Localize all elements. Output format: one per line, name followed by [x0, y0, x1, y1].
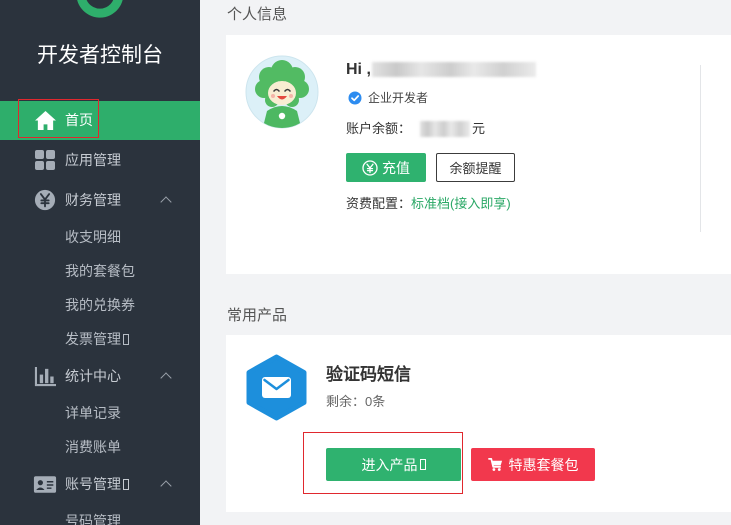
missing-glyph-icon — [123, 334, 129, 345]
home-icon — [33, 110, 57, 132]
sidebar-item-label: 财务管理 — [65, 192, 121, 208]
sidebar-subitem-label: 我的兑换券 — [65, 297, 135, 313]
plan-row: 资费配置：标准档(接入即享) — [346, 195, 511, 213]
sidebar-subitem-my-coupons[interactable]: 我的兑换券 — [0, 288, 200, 322]
envelope-hexagon-icon[interactable] — [245, 354, 308, 421]
account-type: 企业开发者 — [368, 91, 429, 105]
products-card: 验证码短信 剩余：0条 进入产品 特惠套餐包 — [226, 335, 731, 512]
section-title-products: 常用产品 — [227, 307, 288, 324]
sidebar-item-finance[interactable]: 财务管理 — [0, 180, 200, 220]
yen-circle-icon — [362, 159, 378, 176]
chevron-up-icon[interactable] — [160, 196, 172, 208]
recharge-label: 充值 — [382, 159, 410, 176]
yen-circle-icon — [33, 189, 57, 211]
balance-unit: 元 — [472, 121, 486, 136]
sidebar-item-statistics[interactable]: 统计中心 — [0, 356, 200, 396]
enter-product-button[interactable]: 进入产品 — [326, 448, 461, 481]
id-card-icon — [33, 473, 57, 495]
sidebar-subitem-label: 详单记录 — [65, 405, 121, 421]
greeting: Hi , — [346, 61, 371, 78]
balance-reminder-label: 余额提醒 — [449, 161, 502, 176]
product-remaining: 剩余：0条 — [326, 394, 386, 409]
sidebar-item-label: 账号管理 — [65, 476, 121, 492]
cart-icon — [487, 457, 503, 472]
enter-product-label: 进入产品 — [361, 456, 418, 473]
sidebar-subitem-label: 收支明细 — [65, 229, 121, 245]
redacted-username — [372, 62, 536, 77]
discount-package-button[interactable]: 特惠套餐包 — [471, 448, 595, 481]
chevron-up-icon[interactable] — [160, 480, 172, 492]
sidebar-item-account[interactable]: 账号管理 — [0, 464, 200, 504]
missing-glyph-icon — [419, 459, 426, 470]
sidebar-item-label: 应用管理 — [65, 152, 121, 168]
sidebar-menu: 首页 应用管理 财务管理 收支明细 我的套餐包 我的兑换券 发票管理 统计中心 … — [0, 101, 200, 525]
sidebar-subitem-label: 消费账单 — [65, 439, 121, 455]
chevron-up-icon[interactable] — [160, 372, 172, 384]
sidebar-item-home[interactable]: 首页 — [0, 101, 200, 140]
sidebar-subitem-label: 我的套餐包 — [65, 263, 135, 279]
sidebar: 开发者控制台 首页 应用管理 财务管理 收支明细 我的套餐包 我的兑换券 发票管… — [0, 0, 200, 525]
plan-label: 资费配置： — [346, 196, 412, 211]
recharge-button[interactable]: 充值 — [346, 153, 426, 182]
sidebar-subitem-label: 发票管理 — [65, 331, 121, 347]
sidebar-item-apps[interactable]: 应用管理 — [0, 140, 200, 180]
verified-badge-icon — [348, 91, 362, 105]
sidebar-subitem-invoices[interactable]: 发票管理 — [0, 322, 200, 356]
redacted-balance — [420, 121, 470, 137]
sidebar-subitem-numbers[interactable]: 号码管理 — [0, 504, 200, 525]
brand-logo-icon[interactable] — [70, 0, 130, 22]
grid-icon — [33, 149, 57, 171]
sidebar-item-label: 首页 — [65, 112, 93, 128]
section-title-profile: 个人信息 — [227, 6, 288, 23]
vertical-divider — [700, 65, 701, 232]
sidebar-subitem-call-records[interactable]: 详单记录 — [0, 396, 200, 430]
main-content: 个人信息 Hi , 企业开发者 账户余额： 元 充值 余额提醒 资费配置：标准档… — [200, 0, 731, 525]
profile-card: Hi , 企业开发者 账户余额： 元 充值 余额提醒 资费配置：标准档(接入即享… — [226, 35, 731, 274]
plan-link[interactable]: 标准档(接入即享) — [411, 196, 511, 211]
sidebar-subitem-label: 号码管理 — [65, 513, 121, 525]
app-title: 开发者控制台 — [37, 44, 163, 67]
balance-label: 账户余额： — [346, 121, 412, 136]
sidebar-item-label: 统计中心 — [65, 368, 121, 384]
missing-glyph-icon — [123, 479, 129, 490]
sidebar-subitem-income-expense[interactable]: 收支明细 — [0, 220, 200, 254]
balance-reminder-button[interactable]: 余额提醒 — [436, 153, 515, 182]
avatar[interactable] — [245, 55, 319, 129]
sidebar-subitem-bills[interactable]: 消费账单 — [0, 430, 200, 464]
bar-chart-icon — [33, 365, 57, 387]
product-name[interactable]: 验证码短信 — [326, 364, 411, 386]
discount-package-label: 特惠套餐包 — [508, 456, 579, 473]
sidebar-subitem-my-packages[interactable]: 我的套餐包 — [0, 254, 200, 288]
